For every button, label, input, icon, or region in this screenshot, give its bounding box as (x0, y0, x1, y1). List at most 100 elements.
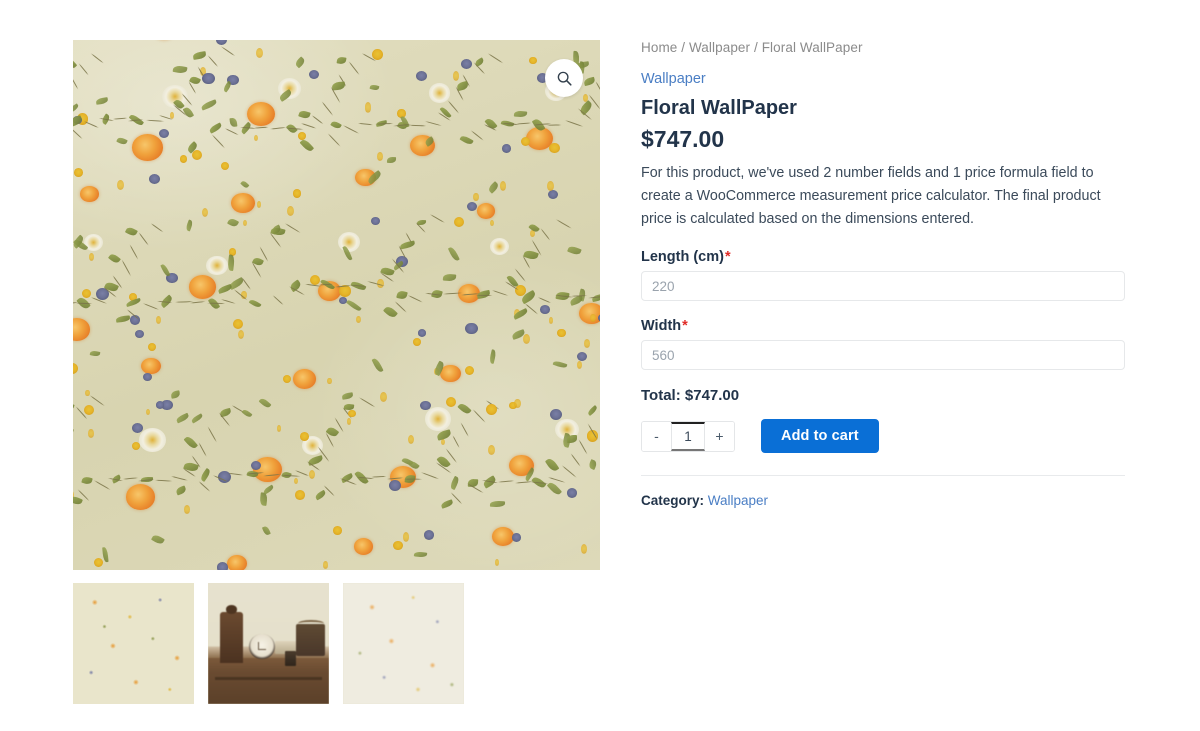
thumbnail-image (343, 583, 464, 704)
floral-motif (122, 477, 139, 480)
product-page: Home / Wallpaper / Floral WallPaper Wall… (0, 0, 1200, 731)
floral-motif (150, 533, 165, 545)
floral-motif (223, 127, 239, 136)
product-category-link[interactable]: Wallpaper (641, 71, 1125, 87)
category-meta-link[interactable]: Wallpaper (708, 493, 768, 508)
floral-motif (141, 357, 161, 374)
floral-motif (132, 134, 163, 161)
floral-motif (491, 288, 509, 296)
floral-motif (457, 401, 472, 416)
floral-motif (370, 83, 381, 91)
floral-motif (454, 216, 465, 227)
required-asterisk: * (682, 318, 688, 335)
floral-motif (587, 458, 598, 470)
floral-motif (125, 484, 156, 510)
floral-motif (135, 329, 145, 339)
floral-motif (258, 396, 272, 410)
quantity-increment-button[interactable]: + (705, 421, 734, 451)
floral-motif (489, 238, 509, 256)
floral-motif (192, 51, 206, 60)
floral-motif (545, 457, 560, 474)
floral-motif (447, 246, 461, 263)
total-price: Total: $747.00 (641, 387, 740, 405)
category-meta-label: Category: (641, 493, 705, 509)
floral-motif (477, 203, 496, 219)
floral-motif (257, 201, 262, 208)
length-input[interactable] (641, 271, 1125, 302)
thumbnail-floral-2[interactable] (343, 583, 464, 704)
floral-motif (170, 475, 188, 481)
floral-motif (548, 142, 560, 154)
floral-motif (292, 369, 317, 390)
floral-motif (202, 72, 216, 85)
zoom-image-button[interactable] (545, 59, 583, 97)
floral-motif (429, 213, 446, 224)
width-label-text: Width (641, 318, 682, 335)
thumbnail-floral-1[interactable] (73, 583, 194, 704)
floral-motif (420, 400, 431, 411)
floral-motif (142, 302, 160, 311)
thumbnail-room-scene[interactable] (208, 583, 329, 704)
floral-motif (200, 99, 218, 111)
breadcrumb: Home / Wallpaper / Floral WallPaper (641, 40, 863, 55)
floral-motif (452, 435, 461, 450)
floral-motif (198, 467, 212, 482)
floral-motif (83, 120, 101, 129)
wallpaper-floral-motifs (73, 40, 600, 570)
floral-motif (287, 205, 295, 217)
floral-motif (490, 500, 506, 507)
floral-motif (238, 329, 245, 339)
width-input[interactable] (641, 340, 1125, 371)
add-to-cart-button[interactable]: Add to cart (761, 419, 879, 454)
floral-motif (472, 408, 487, 424)
floral-motif (414, 551, 428, 558)
floral-motif (489, 219, 494, 226)
floral-motif (226, 217, 239, 229)
floral-motif (156, 316, 162, 324)
floral-motif (578, 302, 600, 325)
floral-motif (466, 201, 478, 212)
floral-motif (246, 101, 275, 126)
floral-motif (88, 429, 95, 438)
floral-motif (309, 70, 320, 80)
floral-motif (309, 469, 316, 480)
page-title: Floral WallPaper (641, 97, 797, 119)
floral-motif (284, 222, 302, 234)
floral-motif (216, 562, 229, 570)
floral-motif (313, 489, 327, 501)
floral-motif (353, 538, 374, 556)
floral-motif (74, 168, 84, 178)
floral-motif (337, 231, 361, 252)
floral-motif (514, 267, 527, 283)
floral-motif (125, 298, 142, 308)
floral-motif (253, 135, 258, 142)
floral-motif (179, 155, 188, 164)
floral-motif (513, 110, 527, 119)
floral-motif (549, 408, 563, 421)
floral-motif (418, 329, 427, 338)
floral-motif (242, 219, 247, 227)
floral-motif (386, 156, 397, 164)
thumbnail-image (208, 583, 329, 704)
main-product-image[interactable] (73, 40, 600, 570)
floral-motif (188, 275, 217, 299)
floral-motif (570, 452, 582, 467)
floral-motif (348, 409, 357, 418)
floral-motif (523, 333, 531, 344)
floral-motif (184, 505, 191, 514)
floral-motif (423, 530, 435, 540)
floral-motif (448, 475, 460, 490)
floral-motif (460, 58, 473, 70)
floral-motif (520, 136, 531, 146)
clock-shape (249, 633, 275, 660)
floral-motif (492, 527, 515, 546)
floral-motif (131, 423, 143, 434)
quantity-decrement-button[interactable]: - (642, 421, 671, 451)
floral-motif (78, 62, 90, 76)
floral-motif (440, 498, 454, 509)
product-price: $747.00 (641, 126, 725, 152)
quantity-input[interactable] (671, 421, 705, 451)
floral-motif (393, 540, 403, 551)
floral-motif (475, 294, 493, 296)
floral-motif (578, 438, 589, 455)
